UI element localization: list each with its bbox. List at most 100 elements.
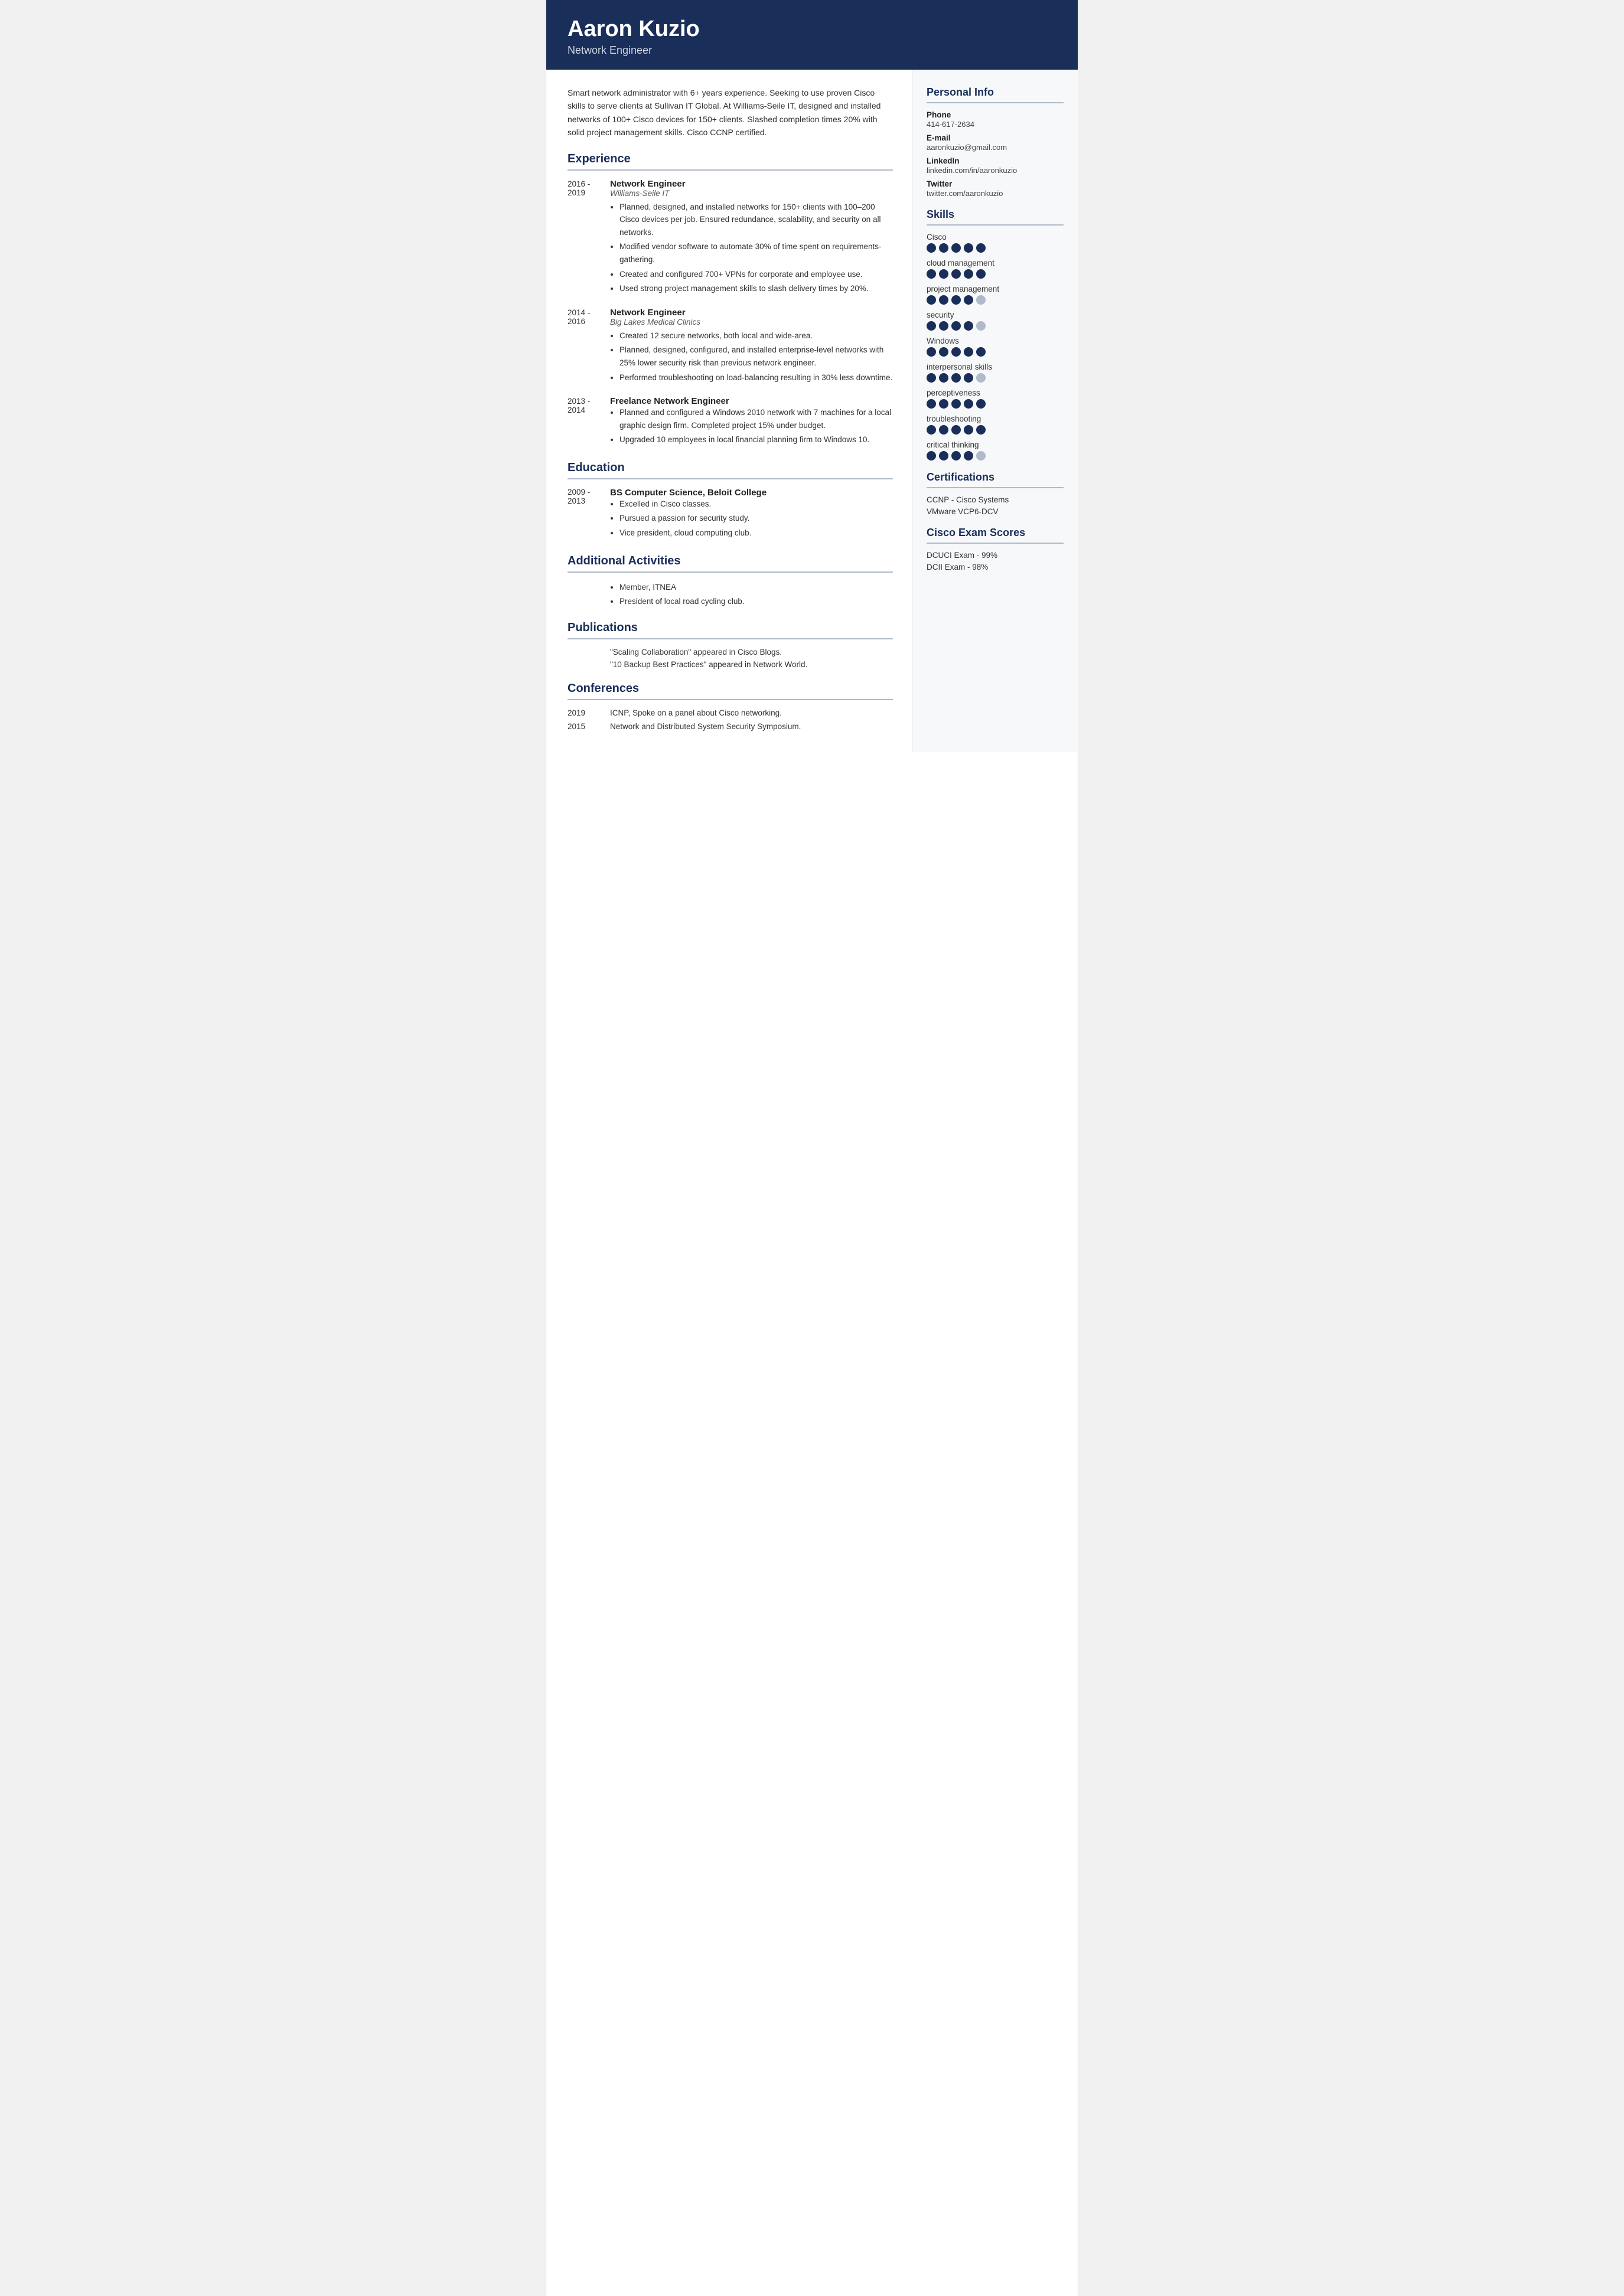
dot-filled-0-4 <box>976 243 986 253</box>
dot-filled-6-1 <box>939 399 948 409</box>
dot-filled-4-3 <box>964 347 973 357</box>
education-entry-0: 2009 -2013 BS Computer Science, Beloit C… <box>568 488 893 541</box>
exp-bullet-0-3: Used strong project management skills to… <box>619 282 893 295</box>
exp-bullets-1: Created 12 secure networks, both local a… <box>610 329 893 384</box>
dot-filled-0-0 <box>927 243 936 253</box>
dot-filled-5-0 <box>927 373 936 383</box>
skill-name-5: interpersonal skills <box>927 362 1064 371</box>
conf-year-0: 2019 <box>568 708 610 717</box>
activities-divider <box>568 571 893 573</box>
experience-section-title: Experience <box>568 152 893 166</box>
dot-filled-5-1 <box>939 373 948 383</box>
exp-role-2: Freelance Network Engineer <box>610 396 893 406</box>
education-divider <box>568 478 893 479</box>
conferences-section-title: Conferences <box>568 682 893 695</box>
exp-bullet-1-2: Performed troubleshooting on load-balanc… <box>619 371 893 384</box>
skill-name-2: project management <box>927 285 1064 293</box>
personal-info-divider <box>927 102 1064 103</box>
exp-content-2: Freelance Network Engineer Planned and c… <box>610 396 893 448</box>
edu-content-0: BS Computer Science, Beloit College Exce… <box>610 488 893 541</box>
exp-bullet-2-0: Planned and configured a Windows 2010 ne… <box>619 406 893 432</box>
activity-item-1: President of local road cycling club. <box>619 595 893 608</box>
skill-dots-7 <box>927 425 1064 435</box>
skill-row-0: Cisco <box>927 233 1064 253</box>
skills-title: Skills <box>927 208 1064 221</box>
email-value: aaronkuzio@gmail.com <box>927 143 1064 152</box>
dot-empty-5-0 <box>976 373 986 383</box>
exp-bullets-2: Planned and configured a Windows 2010 ne… <box>610 406 893 446</box>
skill-row-7: troubleshooting <box>927 414 1064 435</box>
exp-content-0: Network Engineer Williams-Seile IT Plann… <box>610 179 893 297</box>
edu-bullet-0-0: Excelled in Cisco classes. <box>619 498 893 511</box>
education-container: 2009 -2013 BS Computer Science, Beloit C… <box>568 488 893 541</box>
cert-item-0: CCNP - Cisco Systems <box>927 495 1064 504</box>
left-column: Smart network administrator with 6+ year… <box>546 70 912 752</box>
edu-date-0: 2009 -2013 <box>568 488 610 541</box>
certifications-divider <box>927 487 1064 488</box>
conf-year-1: 2015 <box>568 722 610 731</box>
dot-filled-3-0 <box>927 321 936 331</box>
right-column: Personal Info Phone 414-617-2634 E-mail … <box>912 70 1078 752</box>
dot-filled-6-3 <box>964 399 973 409</box>
skill-name-6: perceptiveness <box>927 388 1064 397</box>
skill-name-0: Cisco <box>927 233 1064 241</box>
skill-dots-1 <box>927 269 1064 279</box>
skill-row-2: project management <box>927 285 1064 305</box>
cert-item-1: VMware VCP6-DCV <box>927 507 1064 516</box>
skill-row-1: cloud management <box>927 259 1064 279</box>
linkedin-value: linkedin.com/in/aaronkuzio <box>927 166 1064 175</box>
twitter-value: twitter.com/aaronkuzio <box>927 189 1064 198</box>
dot-filled-5-3 <box>964 373 973 383</box>
skill-dots-2 <box>927 295 1064 305</box>
dot-filled-4-0 <box>927 347 936 357</box>
activities-bullets: Member, ITNEAPresident of local road cyc… <box>610 581 893 608</box>
cisco-scores-container: DCUCI Exam - 99%DCII Exam - 98% <box>927 551 1064 571</box>
skill-dots-5 <box>927 373 1064 383</box>
dot-filled-8-1 <box>939 451 948 460</box>
exp-bullet-2-1: Upgraded 10 employees in local financial… <box>619 433 893 446</box>
certifications-container: CCNP - Cisco Systems VMware VCP6-DCV <box>927 495 1064 516</box>
skill-name-7: troubleshooting <box>927 414 1064 423</box>
exp-date-1: 2014 -2016 <box>568 308 610 386</box>
dot-filled-1-2 <box>951 269 961 279</box>
skill-row-6: perceptiveness <box>927 388 1064 409</box>
skills-divider <box>927 224 1064 226</box>
dot-filled-6-4 <box>976 399 986 409</box>
dot-filled-8-3 <box>964 451 973 460</box>
conferences-container: 2019 ICNP, Spoke on a panel about Cisco … <box>568 708 893 731</box>
exp-bullet-1-0: Created 12 secure networks, both local a… <box>619 329 893 342</box>
skill-dots-6 <box>927 399 1064 409</box>
edu-bullet-0-1: Pursued a passion for security study. <box>619 512 893 525</box>
publications-container: "Scaling Collaboration" appeared in Cisc… <box>568 648 893 669</box>
exp-company-1: Big Lakes Medical Clinics <box>610 318 893 326</box>
dot-filled-2-2 <box>951 295 961 305</box>
edu-degree-0: BS Computer Science, Beloit College <box>610 488 893 498</box>
publications-divider <box>568 638 893 639</box>
skill-row-3: security <box>927 311 1064 331</box>
score-item-1: DCII Exam - 98% <box>927 563 1064 571</box>
dot-filled-7-0 <box>927 425 936 435</box>
dot-filled-0-3 <box>964 243 973 253</box>
header-name: Aaron Kuzio <box>568 17 1056 42</box>
exp-bullet-0-2: Created and configured 700+ VPNs for cor… <box>619 268 893 281</box>
dot-filled-8-2 <box>951 451 961 460</box>
personal-info-title: Personal Info <box>927 86 1064 99</box>
dot-filled-5-2 <box>951 373 961 383</box>
dot-filled-6-0 <box>927 399 936 409</box>
exp-date-0: 2016 -2019 <box>568 179 610 297</box>
skill-name-8: critical thinking <box>927 440 1064 449</box>
activities-container: Member, ITNEAPresident of local road cyc… <box>568 581 893 608</box>
dot-filled-2-1 <box>939 295 948 305</box>
exp-bullets-0: Planned, designed, and installed network… <box>610 201 893 295</box>
activities-list: Member, ITNEAPresident of local road cyc… <box>610 581 893 608</box>
dot-filled-6-2 <box>951 399 961 409</box>
cisco-scores-title: Cisco Exam Scores <box>927 527 1064 539</box>
linkedin-label: LinkedIn <box>927 156 1064 165</box>
header: Aaron Kuzio Network Engineer <box>546 0 1078 70</box>
skill-dots-0 <box>927 243 1064 253</box>
conferences-divider <box>568 699 893 700</box>
phone-value: 414-617-2634 <box>927 120 1064 129</box>
conference-entry-1: 2015 Network and Distributed System Secu… <box>568 722 893 731</box>
dot-filled-4-4 <box>976 347 986 357</box>
dot-filled-2-3 <box>964 295 973 305</box>
